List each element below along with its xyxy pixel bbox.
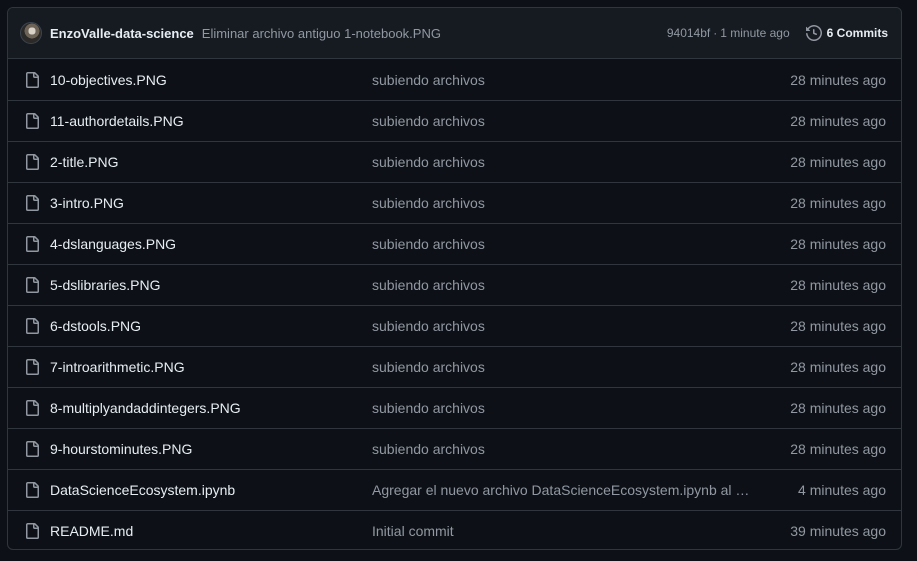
- file-row[interactable]: 11-authordetails.PNG subiendo archivos 28 …: [8, 100, 901, 141]
- file-commit-message[interactable]: subiendo archivos: [372, 195, 752, 211]
- file-row[interactable]: DataScienceEcosystem.ipynb Agregar el nue…: [8, 469, 901, 510]
- file-name-link[interactable]: DataScienceEcosystem.ipynb: [50, 482, 372, 498]
- file-row[interactable]: 7-introarithmetic.PNG subiendo archivos 28…: [8, 346, 901, 387]
- author-avatar[interactable]: [20, 22, 42, 44]
- file-commit-message[interactable]: subiendo archivos: [372, 318, 752, 334]
- file-name-link[interactable]: 11-authordetails.PNG: [50, 113, 372, 129]
- latest-commit-message[interactable]: Eliminar archivo antiguo 1-notebook.PNG: [202, 26, 655, 41]
- file-commit-time: 39 minutes ago: [790, 523, 886, 539]
- file-commit-time: 28 minutes ago: [790, 154, 886, 170]
- file-commit-message[interactable]: Initial commit: [372, 523, 752, 539]
- file-name-link[interactable]: 3-intro.PNG: [50, 195, 372, 211]
- file-icon: [26, 441, 39, 457]
- commit-meta: 94014bf · 1 minute ago: [667, 26, 790, 40]
- file-icon: [26, 523, 39, 539]
- file-commit-message[interactable]: subiendo archivos: [372, 154, 752, 170]
- commit-sha[interactable]: 94014bf: [667, 26, 710, 40]
- file-commit-message[interactable]: subiendo archivos: [372, 277, 752, 293]
- latest-commit-bar: EnzoValle-data-science Eliminar archivo …: [8, 8, 901, 59]
- file-icon: [26, 359, 39, 375]
- file-row[interactable]: 5-dslibraries.PNG subiendo archivos 28 min…: [8, 264, 901, 305]
- commit-author[interactable]: EnzoValle-data-science: [50, 26, 194, 41]
- file-commit-time: 28 minutes ago: [790, 71, 886, 88]
- file-icon: [26, 318, 39, 334]
- file-browser: EnzoValle-data-science Eliminar archivo …: [7, 7, 902, 550]
- file-commit-time: 28 minutes ago: [790, 400, 886, 416]
- file-commit-message[interactable]: Agregar el nuevo archivo DataScienceEcos…: [372, 482, 752, 498]
- file-icon: [26, 113, 39, 129]
- file-list: 10-objectives.PNG subiendo archivos 28 min…: [8, 59, 901, 549]
- file-row[interactable]: 6-dstools.PNG subiendo archivos 28 minutes…: [8, 305, 901, 346]
- file-commit-time: 28 minutes ago: [790, 113, 886, 129]
- file-name-link[interactable]: 10-objectives.PNG: [50, 72, 372, 88]
- file-name-link[interactable]: 2-title.PNG: [50, 154, 372, 170]
- file-commit-time: 28 minutes ago: [790, 359, 886, 375]
- file-commit-message[interactable]: subiendo archivos: [372, 441, 752, 457]
- file-name-link[interactable]: 5-dslibraries.PNG: [50, 277, 372, 293]
- file-name-link[interactable]: 6-dstools.PNG: [50, 318, 372, 334]
- file-name-link[interactable]: 7-introarithmetic.PNG: [50, 359, 372, 375]
- file-name-link[interactable]: README.md: [50, 523, 372, 539]
- file-icon: [26, 482, 39, 498]
- file-commit-time: 28 minutes ago: [790, 277, 886, 293]
- file-icon: [26, 154, 39, 170]
- file-icon: [26, 195, 39, 211]
- file-commit-message[interactable]: subiendo archivos: [372, 359, 752, 375]
- file-icon: [26, 236, 39, 252]
- history-icon: [805, 25, 822, 41]
- file-commit-time: 4 minutes ago: [798, 482, 886, 498]
- file-commit-time: 28 minutes ago: [790, 441, 886, 457]
- file-row[interactable]: 10-objectives.PNG subiendo archivos 28 min…: [8, 59, 901, 100]
- file-row[interactable]: 4-dslanguages.PNG subiendo archivos 28 min…: [8, 223, 901, 264]
- file-row[interactable]: 9-hourstominutes.PNG subiendo archivos 28 …: [8, 428, 901, 469]
- file-row[interactable]: README.md Initial commit 39 minutes ago: [8, 510, 901, 549]
- file-commit-time: 28 minutes ago: [790, 236, 886, 252]
- commits-count-label: 6 Commits: [826, 26, 888, 40]
- file-icon: [26, 400, 39, 416]
- file-icon: [26, 277, 39, 293]
- file-commit-message[interactable]: subiendo archivos: [372, 400, 752, 416]
- file-commit-message[interactable]: subiendo archivos: [372, 236, 752, 252]
- file-commit-time: 28 minutes ago: [790, 195, 886, 211]
- file-row[interactable]: 8-multiplyandaddintegers.PNG subiendo arc…: [8, 387, 901, 428]
- file-row[interactable]: 3-intro.PNG subiendo archivos 28 minutes a…: [8, 182, 901, 223]
- file-name-link[interactable]: 9-hourstominutes.PNG: [50, 441, 372, 457]
- commit-time: 1 minute ago: [720, 26, 790, 40]
- file-icon: [26, 71, 39, 88]
- meta-separator: ·: [713, 26, 718, 40]
- commits-history-button[interactable]: 6 Commits: [805, 25, 888, 41]
- file-name-link[interactable]: 8-multiplyandaddintegers.PNG: [50, 400, 372, 416]
- file-commit-message[interactable]: subiendo archivos: [372, 72, 752, 88]
- file-commit-message[interactable]: subiendo archivos: [372, 113, 752, 129]
- file-name-link[interactable]: 4-dslanguages.PNG: [50, 236, 372, 252]
- file-row[interactable]: 2-title.PNG subiendo archivos 28 minutes a…: [8, 141, 901, 182]
- file-commit-time: 28 minutes ago: [790, 318, 886, 334]
